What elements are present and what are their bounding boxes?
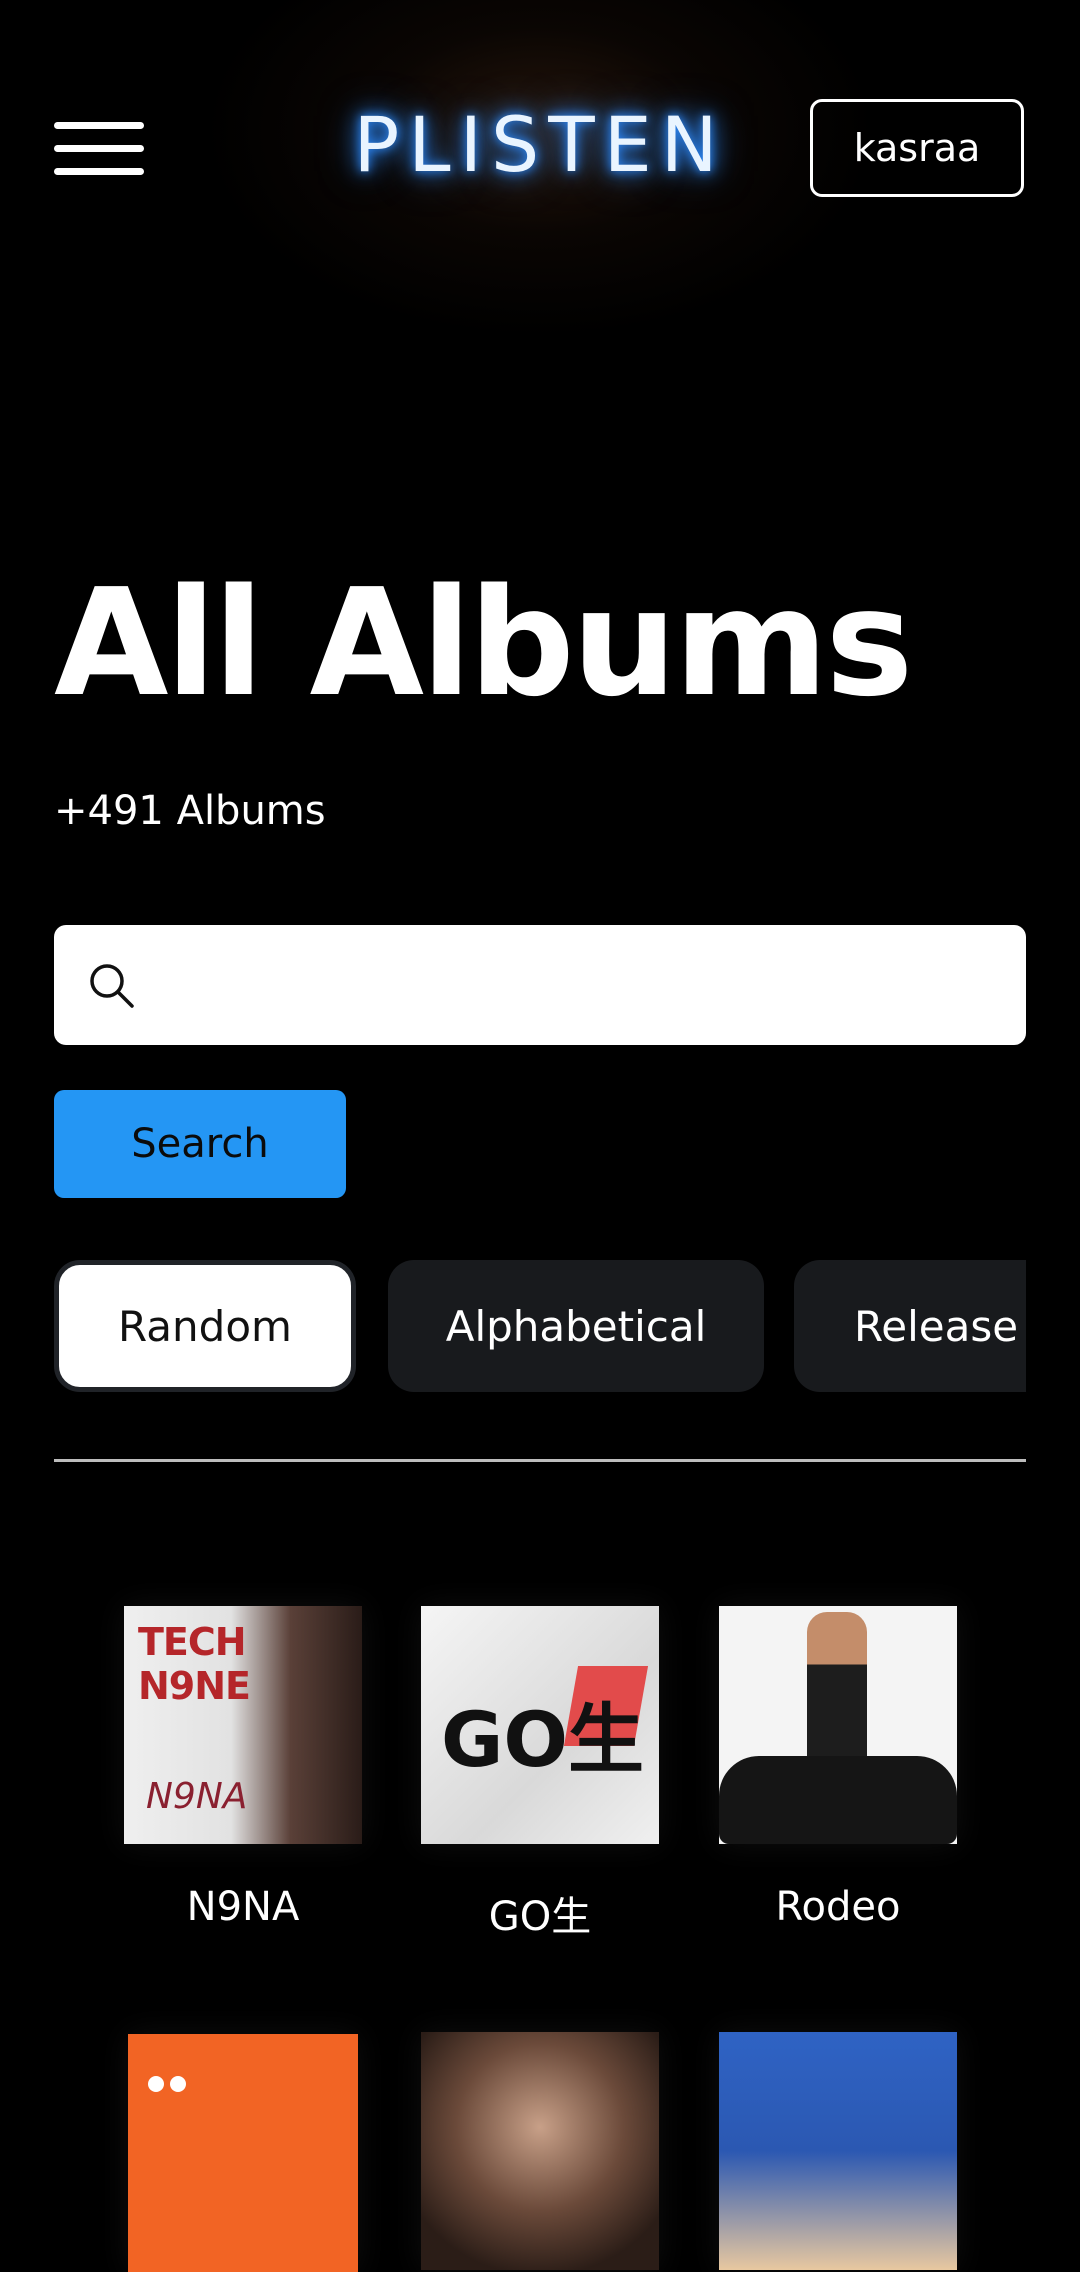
sort-tab-release-date[interactable]: Release Date — [794, 1260, 1026, 1392]
search-icon — [90, 964, 134, 1008]
page-title: All Albums — [54, 557, 913, 729]
album-card[interactable]: GO生 GO生 — [421, 1606, 659, 1942]
album-cover[interactable] — [421, 2032, 659, 2270]
album-cover[interactable]: TECH N9NE N9NA — [124, 1606, 362, 1844]
album-card[interactable] — [719, 2032, 957, 2270]
album-title[interactable]: GO生 — [421, 1884, 659, 1942]
sort-tabs: Random Alphabetical Release Date — [54, 1258, 1026, 1398]
album-cover[interactable] — [719, 2032, 957, 2270]
album-title[interactable]: Rodeo — [719, 1884, 957, 1930]
search-box[interactable] — [54, 925, 1026, 1045]
search-button[interactable]: Search — [54, 1090, 346, 1198]
album-card[interactable]: TECH N9NE N9NA N9NA — [124, 1606, 362, 1930]
header: PLISTEN kasraa — [0, 0, 1080, 300]
album-cover[interactable] — [719, 1606, 957, 1844]
album-card[interactable]: Rodeo — [719, 1606, 957, 1930]
album-card[interactable] — [124, 2034, 362, 2272]
album-cover[interactable] — [128, 2034, 358, 2272]
album-title[interactable]: N9NA — [124, 1884, 362, 1930]
user-account-button[interactable]: kasraa — [810, 99, 1024, 197]
album-count: +491 Albums — [54, 788, 326, 834]
search-input[interactable] — [164, 945, 1008, 1027]
divider — [54, 1459, 1026, 1462]
sort-tab-random[interactable]: Random — [54, 1260, 356, 1392]
sort-tab-alphabetical[interactable]: Alphabetical — [388, 1260, 764, 1392]
album-card[interactable] — [421, 2032, 659, 2270]
album-cover[interactable]: GO生 — [421, 1606, 659, 1844]
